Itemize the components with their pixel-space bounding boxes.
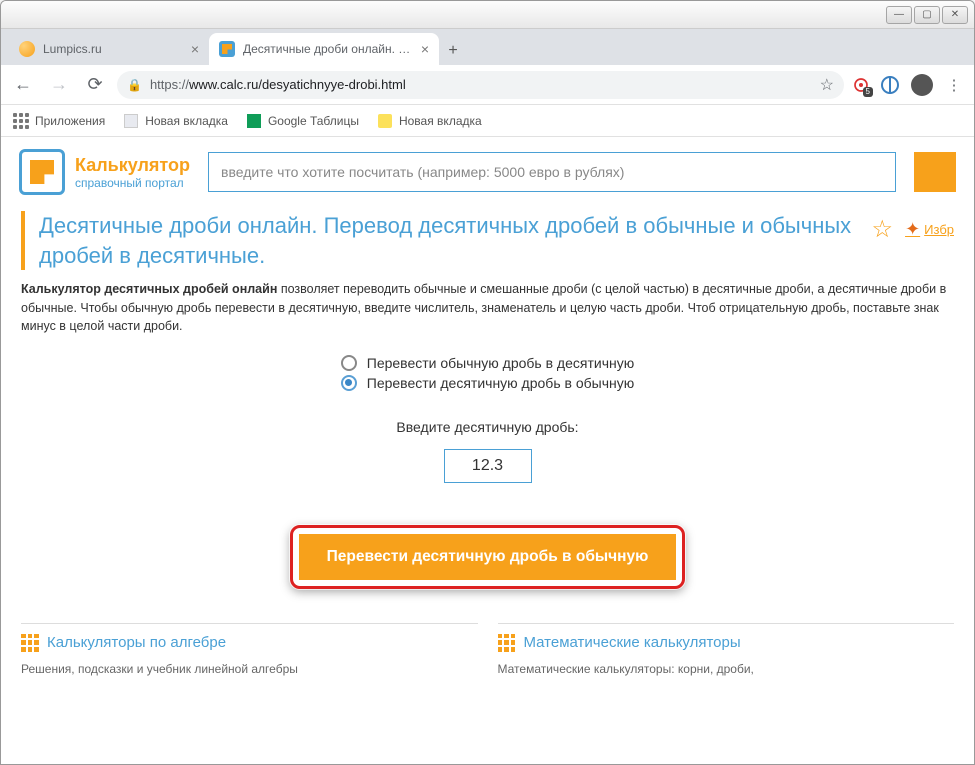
ytab-icon bbox=[377, 113, 393, 129]
reload-button[interactable]: ⟳ bbox=[81, 71, 109, 99]
site-search-wrap bbox=[208, 152, 896, 192]
translate-icon[interactable] bbox=[878, 73, 902, 97]
favicon-icon bbox=[219, 41, 235, 57]
submit-highlight: Перевести десятичную дробь в обычную bbox=[290, 525, 686, 589]
bookmarks-bar: Приложения Новая вкладка Google Таблицы … bbox=[1, 105, 974, 137]
bookmark-label: Новая вкладка bbox=[145, 114, 228, 128]
grid-icon bbox=[21, 634, 39, 652]
grid-icon bbox=[498, 634, 516, 652]
tab-strip: Lumpics.ru × Десятичные дроби онлайн. Пе… bbox=[1, 29, 974, 65]
site-header: Калькулятор справочный портал bbox=[1, 137, 974, 207]
extension-icon[interactable]: 5 bbox=[852, 76, 870, 94]
url-text: https://www.calc.ru/desyatichnyye-drobi.… bbox=[150, 77, 406, 92]
site-search-input[interactable] bbox=[221, 164, 883, 180]
tab-close-icon[interactable]: × bbox=[191, 41, 199, 57]
footer-col-title: Калькуляторы по алгебре bbox=[47, 634, 226, 651]
decimal-input-label: Введите десятичную дробь: bbox=[21, 419, 954, 435]
bookmarks-item[interactable]: Новая вкладка bbox=[123, 113, 228, 129]
maximize-button[interactable]: ▢ bbox=[914, 6, 940, 24]
footer-col-sub: Решения, подсказки и учебник линейной ал… bbox=[21, 662, 478, 676]
radio-label: Перевести обычную дробь в десятичную bbox=[367, 355, 634, 371]
radio-icon bbox=[341, 375, 357, 391]
forward-button[interactable]: → bbox=[45, 71, 73, 99]
radio-option-decimal-to-fraction[interactable]: Перевести десятичную дробь в обычную bbox=[341, 375, 634, 391]
tab-title: Lumpics.ru bbox=[43, 42, 183, 56]
window-frame: — ▢ ✕ Lumpics.ru × Десятичные дроби онла… bbox=[0, 0, 975, 765]
toolbar: ← → ⟳ 🔒 https://www.calc.ru/desyatichnyy… bbox=[1, 65, 974, 105]
radio-option-fraction-to-decimal[interactable]: Перевести обычную дробь в десятичную bbox=[341, 355, 634, 371]
sheet-icon bbox=[246, 113, 262, 129]
conversion-form: Перевести обычную дробь в десятичную Пер… bbox=[21, 351, 954, 597]
bookmark-label: Google Таблицы bbox=[268, 114, 359, 128]
site-logo[interactable]: Калькулятор справочный портал bbox=[19, 149, 190, 195]
footer-col-sub: Математические калькуляторы: корни, дроб… bbox=[498, 662, 955, 676]
convert-button[interactable]: Перевести десятичную дробь в обычную bbox=[299, 534, 677, 580]
bookmark-star-icon[interactable]: ☆ bbox=[820, 75, 834, 95]
intro-paragraph: Калькулятор десятичных дробей онлайн поз… bbox=[21, 280, 954, 334]
logo-mark-icon bbox=[19, 149, 65, 195]
page-title: Десятичные дроби онлайн. Перевод десятич… bbox=[21, 211, 860, 270]
related-links: Калькуляторы по алгебре Решения, подсказ… bbox=[1, 607, 974, 676]
doc-icon bbox=[123, 113, 139, 129]
browser-tab-1[interactable]: Lumpics.ru × bbox=[9, 33, 209, 65]
browser-tab-2[interactable]: Десятичные дроби онлайн. Пер × bbox=[209, 33, 439, 65]
favicon-icon bbox=[19, 41, 35, 57]
bookmark-label: Приложения bbox=[35, 114, 105, 128]
tab-title: Десятичные дроби онлайн. Пер bbox=[243, 42, 413, 56]
bookmark-label: Новая вкладка bbox=[399, 114, 482, 128]
back-button[interactable]: ← bbox=[9, 71, 37, 99]
new-tab-button[interactable]: + bbox=[439, 37, 467, 65]
favorite-star-icon[interactable]: ☆ bbox=[872, 215, 894, 244]
minimize-button[interactable]: — bbox=[886, 6, 912, 24]
bookmarks-apps[interactable]: Приложения bbox=[13, 113, 105, 129]
lock-icon: 🔒 bbox=[127, 78, 142, 92]
brand-subtitle: справочный портал bbox=[75, 176, 190, 190]
footer-link-math[interactable]: Математические калькуляторы bbox=[498, 634, 955, 652]
bookmarks-item[interactable]: Новая вкладка bbox=[377, 113, 482, 129]
favorite-link-label: Избр bbox=[924, 222, 954, 237]
bookmarks-item[interactable]: Google Таблицы bbox=[246, 113, 359, 129]
radio-icon bbox=[341, 355, 357, 371]
profile-avatar[interactable] bbox=[910, 73, 934, 97]
maple-leaf-icon: ✦ bbox=[905, 219, 920, 240]
address-bar[interactable]: 🔒 https://www.calc.ru/desyatichnyye-drob… bbox=[117, 71, 844, 99]
apps-icon bbox=[13, 113, 29, 129]
window-titlebar: — ▢ ✕ bbox=[1, 1, 974, 29]
footer-link-algebra[interactable]: Калькуляторы по алгебре bbox=[21, 634, 478, 652]
decimal-input[interactable] bbox=[444, 449, 532, 483]
menu-icon[interactable]: ⋮ bbox=[942, 73, 966, 97]
page-viewport: Калькулятор справочный портал Десятичные… bbox=[1, 137, 974, 765]
extension-badge-count: 5 bbox=[863, 87, 873, 97]
tab-close-icon[interactable]: × bbox=[421, 41, 429, 57]
footer-col-title: Математические калькуляторы bbox=[524, 634, 741, 651]
favorite-link[interactable]: ✦ Избр bbox=[905, 219, 954, 240]
brand-title: Калькулятор bbox=[75, 155, 190, 176]
radio-label: Перевести десятичную дробь в обычную bbox=[367, 375, 634, 391]
close-window-button[interactable]: ✕ bbox=[942, 6, 968, 24]
site-search-button[interactable] bbox=[914, 152, 956, 192]
